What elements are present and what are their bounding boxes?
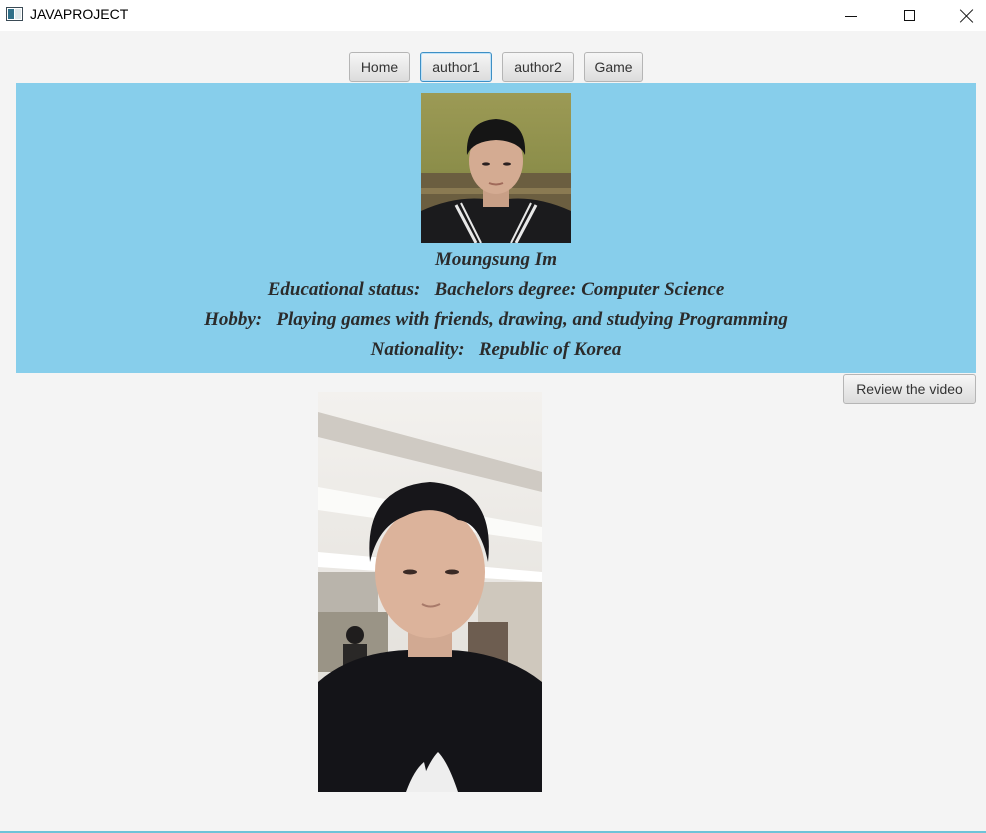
minimize-button[interactable] <box>822 0 880 31</box>
game-button[interactable]: Game <box>584 52 643 82</box>
close-button[interactable] <box>938 0 986 31</box>
close-icon <box>960 9 974 23</box>
hobby-text: Hobby: Playing games with friends, drawi… <box>204 309 788 330</box>
app-icon <box>6 7 23 21</box>
video-player[interactable] <box>318 392 542 792</box>
nav-bar: Home author1 author2 Game <box>0 52 986 82</box>
nationality-text: Nationality: Republic of Korea <box>370 339 622 360</box>
author-info-panel: Moungsung Im Educational status: Bachelo… <box>16 83 976 373</box>
maximize-button[interactable] <box>880 0 938 31</box>
title-bar[interactable]: JAVAPROJECT <box>0 0 986 31</box>
maximize-icon <box>903 10 915 21</box>
education-status: Educational status: Bachelors degree: Co… <box>267 279 725 300</box>
author2-button[interactable]: author2 <box>502 52 574 82</box>
author1-button[interactable]: author1 <box>420 52 492 82</box>
review-video-button[interactable]: Review the video <box>843 374 976 404</box>
window-title: JAVAPROJECT <box>30 6 129 22</box>
author-photo <box>421 93 571 243</box>
author-name: Moungsung Im <box>435 249 557 270</box>
app-window: JAVAPROJECT Home author1 author2 Game Mo… <box>0 0 986 833</box>
minimize-icon <box>845 16 857 17</box>
home-button[interactable]: Home <box>349 52 410 82</box>
